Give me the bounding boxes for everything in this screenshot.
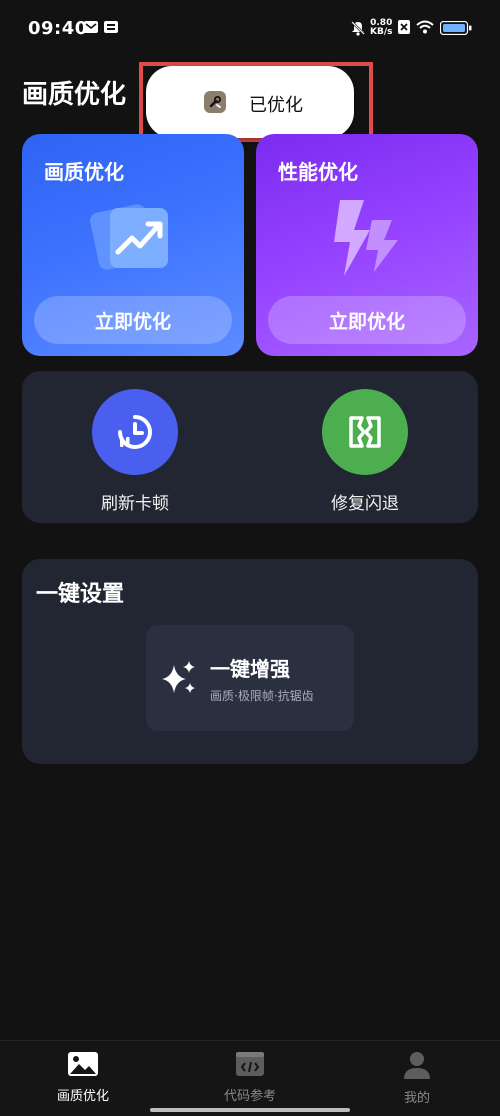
clock-icon [92,389,178,475]
section-title: 一键设置 [36,582,125,607]
status-time: 09:40 [28,18,88,39]
nav-item-mine[interactable]: 我的 [357,1051,477,1106]
enhance-title: 一键增强 [210,657,290,681]
nav-label: 我的 [403,1091,430,1106]
tool-label: 修复闪退 [331,494,399,514]
mail-icon [84,21,98,33]
home-indicator[interactable] [150,1108,350,1112]
tool-label: 刷新卡顿 [101,494,169,514]
performance-card[interactable]: 性能优化 立即优化 [256,134,478,356]
nav-label: 画质优化 [56,1089,109,1104]
sim-off-icon [398,20,410,34]
network-speed: 0.80 KB/s [370,18,393,37]
toast: 已优化 [146,66,354,138]
code-icon [236,1052,264,1076]
battery-icon [440,21,472,35]
trend-chart-icon [90,204,168,270]
optimize-now-button[interactable]: 立即优化 [34,296,232,344]
nav-item-code-reference[interactable]: 代码参考 [190,1051,310,1104]
refresh-lag-tool[interactable]: 刷新卡顿 [75,389,195,514]
page-title: 画质优化 [22,80,127,110]
app-notification-icon [104,21,118,33]
lightning-icon [334,200,398,276]
image-icon [68,1052,98,1076]
enhance-subtitle: 画质·极限帧·抗锯齿 [210,689,314,703]
image-quality-card[interactable]: 画质优化 立即优化 [22,134,244,356]
one-key-enhance-button[interactable]: 一键增强 画质·极限帧·抗锯齿 [146,625,354,731]
bell-muted-icon [351,21,365,36]
toast-text: 已优化 [249,95,303,116]
repair-crash-tool[interactable]: 修复闪退 [305,389,425,514]
nav-label: 代码参考 [223,1089,276,1104]
card-title: 画质优化 [44,160,124,184]
nav-item-image-quality[interactable]: 画质优化 [23,1051,143,1104]
optimize-now-button[interactable]: 立即优化 [268,296,466,344]
one-key-setup-panel: 一键设置 一键增强 画质·极限帧·抗锯齿 [22,559,478,764]
sparkle-icon [162,661,195,693]
user-icon [404,1052,430,1079]
wrench-app-icon [204,91,226,113]
quick-tools-panel: 刷新卡顿 修复闪退 [22,371,478,523]
repair-icon [322,389,408,475]
wifi-icon [416,20,434,34]
status-bar: 09:40 0.80 KB/s [0,0,500,58]
card-title: 性能优化 [278,160,358,184]
bottom-nav: 画质优化 代码参考 我的 [0,1040,500,1116]
